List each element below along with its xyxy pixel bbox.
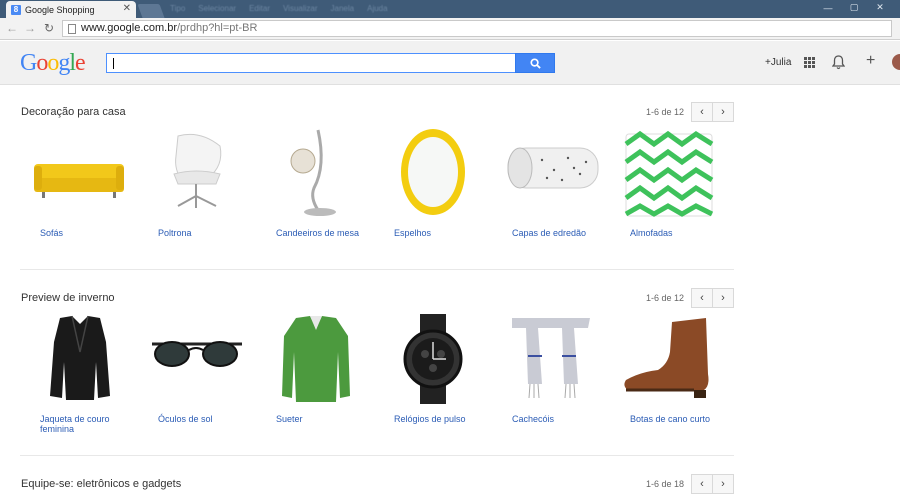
category-label[interactable]: Óculos de sol bbox=[158, 414, 248, 424]
section-title: Preview de inverno bbox=[21, 292, 115, 304]
section-pager: 1-6 de 12 ‹ › bbox=[646, 288, 734, 308]
logo-letter: g bbox=[58, 50, 70, 76]
sunglasses-icon bbox=[152, 341, 242, 367]
item-row: Sofás Poltrona Candeeiros de mesa Espelh… bbox=[20, 126, 734, 246]
section-title: Equipe-se: eletrônicos e gadgets bbox=[21, 478, 182, 490]
category-item[interactable]: Relógios de pulso bbox=[374, 312, 484, 432]
share-plus-icon[interactable]: + bbox=[866, 52, 875, 70]
section-divider bbox=[20, 269, 734, 270]
category-label[interactable]: Almofadas bbox=[630, 228, 720, 238]
mirror-icon bbox=[401, 129, 465, 215]
section-pager: 1-6 de 12 ‹ › bbox=[646, 102, 734, 122]
category-label[interactable]: Espelhos bbox=[394, 228, 484, 238]
category-label[interactable]: Sueter bbox=[276, 414, 366, 424]
google-logo[interactable]: Google bbox=[20, 50, 86, 77]
close-tab-icon[interactable]: ✕ bbox=[123, 3, 131, 14]
pager-prev-button[interactable]: ‹ bbox=[691, 474, 713, 494]
pager-next-button[interactable]: › bbox=[712, 288, 734, 308]
logo-letter: G bbox=[20, 50, 37, 76]
category-item[interactable]: Almofadas bbox=[610, 126, 720, 246]
pager-prev-button[interactable]: ‹ bbox=[691, 288, 713, 308]
lamp-icon bbox=[290, 129, 336, 216]
menu-item[interactable]: Editar bbox=[249, 4, 270, 13]
user-link[interactable]: +Julia bbox=[765, 57, 791, 68]
category-item[interactable]: Candeeiros de mesa bbox=[256, 126, 366, 246]
item-row: Jaqueta de couro feminina Óculos de sol … bbox=[20, 312, 734, 434]
browser-tab-bar: 8 Google Shopping ✕ Tipo Selecionar Edit… bbox=[0, 0, 900, 18]
category-item[interactable]: Capas de edredão bbox=[492, 126, 602, 246]
page-icon bbox=[68, 24, 76, 34]
avatar[interactable] bbox=[892, 54, 900, 70]
category-item[interactable]: Sofás bbox=[20, 126, 130, 246]
category-item[interactable]: Sueter bbox=[256, 312, 366, 432]
pager-next-button[interactable]: › bbox=[712, 102, 734, 122]
url-path: /prdhp?hl=pt-BR bbox=[177, 22, 258, 34]
category-label[interactable]: Botas de cano curto bbox=[630, 414, 720, 424]
boot-icon bbox=[624, 318, 709, 398]
google-header: Google +Julia + bbox=[0, 41, 900, 85]
section-title: Decoração para casa bbox=[21, 106, 126, 118]
reload-icon[interactable]: ↻ bbox=[44, 21, 54, 35]
browser-menu: Tipo Selecionar Editar Visualizar Janela… bbox=[170, 4, 388, 13]
url-field[interactable]: www.google.com.br/prdhp?hl=pt-BR bbox=[62, 20, 892, 37]
url-host: www.google.com.br bbox=[81, 22, 177, 34]
close-window-icon[interactable]: ✕ bbox=[868, 0, 892, 15]
sweater-icon bbox=[282, 316, 350, 402]
category-label[interactable]: Jaqueta de couro feminina bbox=[40, 414, 130, 434]
menu-item[interactable]: Janela bbox=[331, 4, 355, 13]
logo-letter: o bbox=[36, 50, 48, 76]
duvet-icon bbox=[507, 147, 599, 189]
category-label[interactable]: Candeeiros de mesa bbox=[276, 228, 366, 238]
text-caret bbox=[113, 58, 114, 69]
section-divider bbox=[20, 455, 734, 456]
pager-next-button[interactable]: › bbox=[712, 474, 734, 494]
category-item[interactable]: Óculos de sol bbox=[138, 312, 248, 432]
category-item[interactable]: Botas de cano curto bbox=[610, 312, 720, 432]
category-item[interactable]: Espelhos bbox=[374, 126, 484, 246]
menu-item[interactable]: Tipo bbox=[170, 4, 185, 13]
window-controls: — ▢ ✕ bbox=[816, 0, 892, 15]
pager-count: 1-6 de 12 bbox=[645, 107, 684, 117]
pager-count: 1-6 de 12 bbox=[645, 293, 684, 303]
category-label[interactable]: Sofás bbox=[40, 228, 130, 238]
category-label[interactable]: Capas de edredão bbox=[512, 228, 602, 238]
address-toolbar: ← → ↻ www.google.com.br/prdhp?hl=pt-BR bbox=[0, 18, 900, 40]
category-label[interactable]: Relógios de pulso bbox=[394, 414, 484, 424]
search-icon bbox=[529, 57, 541, 69]
menu-item[interactable]: Visualizar bbox=[283, 4, 318, 13]
notifications-bell-icon[interactable] bbox=[832, 55, 845, 70]
new-tab-button[interactable] bbox=[137, 4, 165, 18]
shopping-favicon-icon: 8 bbox=[11, 4, 21, 15]
section-pager: 1-6 de 18 ‹ › bbox=[646, 474, 734, 494]
sofa-icon bbox=[34, 164, 124, 198]
forward-icon[interactable]: → bbox=[24, 21, 36, 35]
category-item[interactable]: Cachecóis bbox=[492, 312, 602, 432]
back-icon[interactable]: ← bbox=[6, 21, 18, 35]
category-label[interactable]: Cachecóis bbox=[512, 414, 602, 424]
browser-tab[interactable]: 8 Google Shopping ✕ bbox=[6, 1, 136, 18]
minimize-icon[interactable]: — bbox=[816, 0, 840, 15]
cushion-icon bbox=[624, 130, 714, 217]
watch-icon bbox=[403, 314, 463, 404]
armchair-icon bbox=[173, 133, 222, 208]
tab-title: Google Shopping bbox=[25, 4, 95, 15]
search-input[interactable] bbox=[106, 53, 516, 73]
jacket-icon bbox=[50, 315, 110, 400]
pager-count: 1-6 de 18 bbox=[645, 479, 684, 489]
maximize-icon[interactable]: ▢ bbox=[842, 0, 866, 15]
category-label[interactable]: Poltrona bbox=[158, 228, 248, 238]
pager-prev-button[interactable]: ‹ bbox=[691, 102, 713, 122]
apps-grid-icon[interactable] bbox=[804, 57, 815, 68]
category-item[interactable]: Poltrona bbox=[138, 126, 248, 246]
search-button[interactable] bbox=[515, 53, 555, 73]
menu-item[interactable]: Selecionar bbox=[198, 4, 236, 13]
logo-letter: o bbox=[47, 50, 59, 76]
menu-item[interactable]: Ajuda bbox=[367, 4, 387, 13]
category-item[interactable]: Jaqueta de couro feminina bbox=[20, 312, 130, 434]
scarf-icon bbox=[512, 318, 590, 399]
logo-letter: e bbox=[75, 50, 86, 76]
